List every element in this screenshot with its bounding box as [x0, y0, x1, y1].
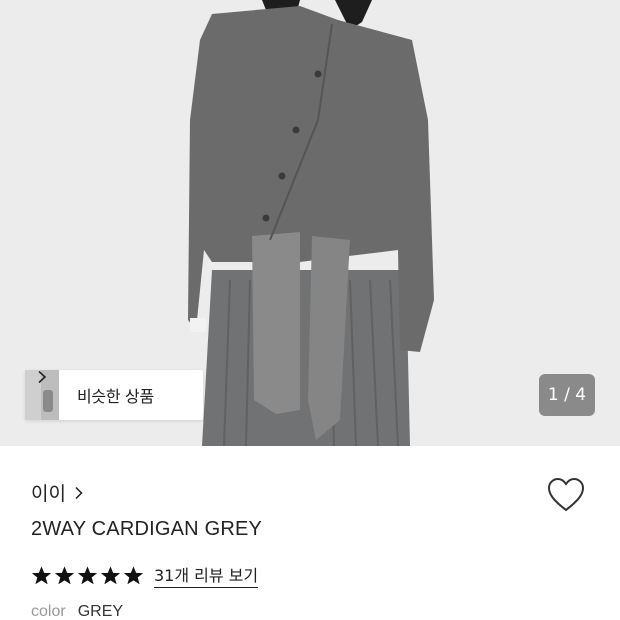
similar-products-button[interactable]: 비슷한 상품 [25, 370, 203, 420]
star-icon [54, 565, 75, 584]
color-option-row: color GREY [31, 603, 123, 620]
color-label: color [31, 603, 66, 620]
product-image-carousel[interactable]: 비슷한 상품 1 / 4 [0, 0, 620, 446]
star-icon [100, 565, 121, 584]
star-icon [77, 565, 98, 584]
product-title: 2WAY CARDIGAN GREY [31, 518, 263, 540]
chevron-right-icon [75, 486, 83, 499]
chevron-right-icon [38, 370, 47, 384]
color-value: GREY [77, 603, 124, 620]
brand-name: 이이 [31, 483, 66, 505]
rating-row: 31개 리뷰 보기 [31, 562, 259, 588]
star-icon [123, 565, 144, 584]
view-reviews-link[interactable]: 31개 리뷰 보기 [154, 562, 259, 588]
image-pager-indicator: 1 / 4 [539, 374, 595, 416]
similar-products-label: 비슷한 상품 [77, 387, 154, 406]
rating-stars [31, 565, 146, 586]
heart-icon[interactable] [547, 477, 585, 513]
star-icon [31, 565, 52, 584]
brand-link[interactable]: 이이 [31, 479, 84, 506]
